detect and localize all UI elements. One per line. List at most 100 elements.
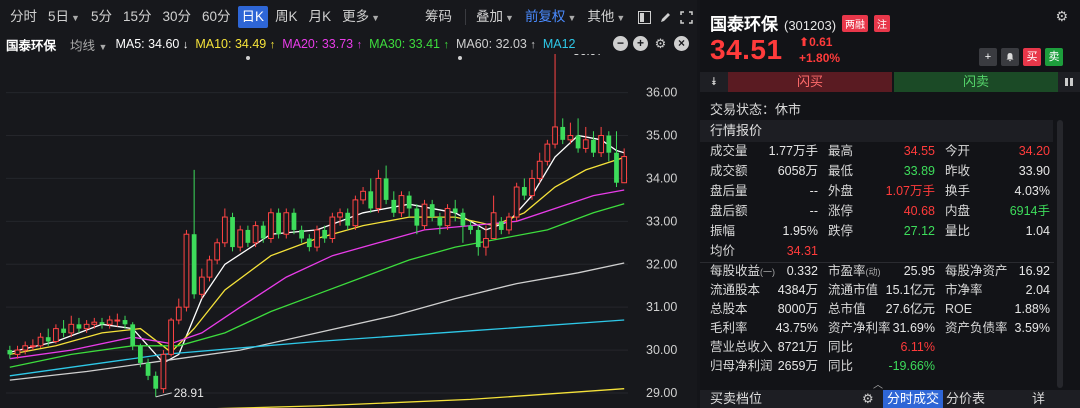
candle-body xyxy=(582,139,589,149)
adjust-dropdown[interactable]: 前复权 ▼ xyxy=(521,6,580,28)
gear-icon[interactable]: ⚙ xyxy=(1055,8,1068,25)
bell-icon[interactable] xyxy=(1001,48,1019,66)
quote-label: 盘后量 xyxy=(710,184,748,198)
stock-code: (301203) xyxy=(784,18,837,33)
quote-label: 涨停 xyxy=(828,204,854,218)
candle-body xyxy=(368,191,374,209)
tab-detail[interactable]: 详 xyxy=(1032,390,1045,408)
y-tick-label: 36.00 xyxy=(646,86,677,100)
ma60-legend: MA60: 32.03 ↑ xyxy=(455,37,536,51)
expand-icon[interactable]: ⯯ xyxy=(700,72,728,92)
overlay-dropdown[interactable]: 叠加 ▼ xyxy=(472,6,518,28)
chip-distribution-button[interactable]: 筹码 xyxy=(421,6,456,28)
ma-line-ma250 xyxy=(216,388,625,408)
tab-weekly-k[interactable]: 周K xyxy=(271,6,302,28)
fundamental-label: 同比 xyxy=(828,340,854,354)
arrow-up-icon: ⬆ xyxy=(799,35,810,49)
columns-icon[interactable] xyxy=(1058,72,1080,92)
draw-pen-icon[interactable] xyxy=(656,8,674,26)
candle-body xyxy=(276,212,281,235)
tab-intraday[interactable]: 分时 xyxy=(6,6,41,28)
tab-30min[interactable]: 30分 xyxy=(158,6,195,28)
candle-body xyxy=(452,208,458,213)
fundamental-label: ROE xyxy=(945,302,973,316)
candle-body xyxy=(529,177,535,197)
candle-body xyxy=(575,135,581,149)
tab-60min[interactable]: 60分 xyxy=(198,6,235,28)
fundamental-label: 同比 xyxy=(828,359,854,373)
add-watchlist-button[interactable]: + xyxy=(979,48,997,66)
fundamental-label: 市盈率(动) xyxy=(828,264,881,278)
candle-body xyxy=(614,152,619,183)
flash-sell-button[interactable]: 闪卖 xyxy=(894,72,1058,92)
stock-name-label: 国泰环保 xyxy=(6,38,57,53)
minus-icon[interactable]: − xyxy=(613,36,628,51)
ma20-legend: MA20: 33.73 ↑ xyxy=(282,37,363,51)
candle-body xyxy=(421,203,428,227)
kline-chart[interactable]: 36.00 35.00 34.00 33.00 32.00 31.00 30.00 29.00… xyxy=(0,54,697,408)
fundamental-label: 总市值 xyxy=(828,302,866,316)
fundamental-row: 每股收益(一) 0.332 市盈率(动) 25.95 每股净资产 16.92 xyxy=(700,262,1054,281)
collapse-chevron-icon[interactable]: ︿ xyxy=(873,376,883,391)
candle-body xyxy=(414,208,420,226)
quote-value: 1.95% xyxy=(782,224,818,238)
candle-body xyxy=(437,217,443,226)
candle-body xyxy=(138,345,143,363)
fundamental-value: 43.75% xyxy=(775,321,818,335)
candle-body xyxy=(375,177,382,209)
candle-body xyxy=(106,319,113,325)
candle-body xyxy=(291,212,297,230)
tab-monthly-k[interactable]: 月K xyxy=(305,6,336,28)
fullscreen-icon[interactable] xyxy=(677,8,695,26)
fundamental-label: 资产净利率 xyxy=(828,321,891,335)
ma12-legend: MA12 xyxy=(542,37,576,51)
fundamental-label: 市净率 xyxy=(945,283,983,297)
candle-body xyxy=(383,178,389,200)
more-periods-dropdown[interactable]: 更多 ▼ xyxy=(338,6,384,28)
y-tick-label: 31.00 xyxy=(646,300,677,314)
fundamental-label: 每股收益(一) xyxy=(710,264,776,278)
tab-5day[interactable]: 5日 ▼ xyxy=(44,6,84,28)
candle-body xyxy=(475,229,481,248)
ma-mode-label[interactable]: 均线 ▼ xyxy=(70,35,107,54)
fundamental-label: 归母净利润 xyxy=(710,359,773,373)
quote-row: 成交量 1.77万手 最高 34.55 今开 34.20 xyxy=(700,142,1054,161)
candle-body xyxy=(536,160,543,179)
candle-body xyxy=(114,319,121,322)
layout-icon[interactable] xyxy=(635,8,653,26)
candle-body xyxy=(53,328,59,342)
gear-icon[interactable]: ⚙ xyxy=(653,36,668,51)
sell-button[interactable]: 卖 xyxy=(1045,48,1063,66)
gear-icon[interactable]: ⚙ xyxy=(862,390,874,408)
quote-value: 6058万 xyxy=(777,164,818,178)
candle-body xyxy=(221,216,228,244)
candle-body xyxy=(283,212,290,235)
tab-daily-k[interactable]: 日K xyxy=(237,6,269,28)
chevron-down-icon: ▼ xyxy=(98,41,108,52)
stock-title: 国泰环保 (301203) 两融注 xyxy=(710,10,891,35)
candle-body xyxy=(621,156,628,184)
tab-15min[interactable]: 15分 xyxy=(119,6,156,28)
candle-body xyxy=(391,199,397,213)
tab-price-distribution[interactable]: 分价表 xyxy=(946,390,985,408)
candle-body xyxy=(406,195,412,209)
tab-5min[interactable]: 5分 xyxy=(87,6,116,28)
other-dropdown[interactable]: 其他 ▼ xyxy=(583,6,629,28)
quote-label: 均价 xyxy=(710,244,736,258)
plus-icon[interactable]: + xyxy=(633,36,648,51)
candle-body xyxy=(122,320,128,325)
flash-buy-button[interactable]: 闪买 xyxy=(728,72,892,92)
tab-tick-trades[interactable]: 分时成交 xyxy=(883,390,944,408)
buy-button[interactable]: 买 xyxy=(1023,48,1041,66)
quote-label: 成交量 xyxy=(710,144,748,158)
price-change: ⬆0.61 +1.80% xyxy=(799,35,841,65)
close-icon[interactable]: × xyxy=(674,36,689,51)
candle-body xyxy=(61,328,66,333)
quote-scrollbar[interactable] xyxy=(1057,120,1063,388)
quote-value: 1.04 xyxy=(1025,224,1050,238)
candle-body xyxy=(191,234,197,295)
fundamental-row: 流通股本 4384万 流通市值 15.1亿元 市净率 2.04 xyxy=(700,281,1054,300)
quote-value: 34.20 xyxy=(1018,144,1050,158)
chevron-down-icon: ▼ xyxy=(371,13,381,23)
fundamental-value: 1.88% xyxy=(1014,302,1050,316)
